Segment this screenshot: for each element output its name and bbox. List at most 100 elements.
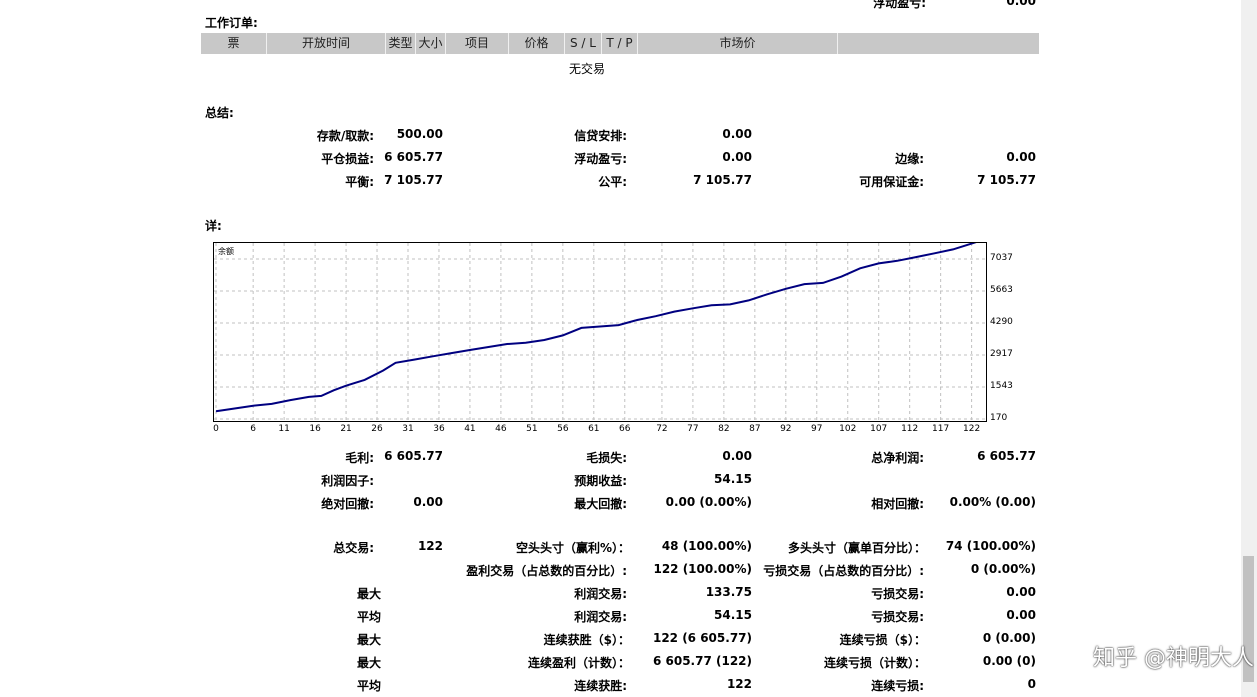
- total-trades-label: 总交易:: [333, 541, 374, 555]
- watermark: 知乎 @神明大人: [1093, 646, 1254, 671]
- x-tick-label: 31: [402, 424, 414, 434]
- summary-margin-value: 0.00: [1006, 150, 1036, 164]
- y-tick-label: 170: [990, 413, 1008, 423]
- maximal-consecutive-loss-label: 连续亏损（计数）：: [823, 656, 926, 670]
- expected-payoff-label: 预期收益:: [574, 474, 627, 488]
- maximal-consecutive-loss-value: 0.00 (0): [982, 654, 1036, 668]
- top-partial-label: 浮动盈亏:: [873, 0, 926, 10]
- x-tick-label: 36: [433, 424, 445, 434]
- summary-deposit-label: 存款/取款:: [316, 129, 374, 143]
- relative-drawdown-value: 0.00% (0.00): [949, 495, 1036, 509]
- gross-loss-label: 毛损失:: [586, 451, 627, 465]
- summary-deposit-value: 500.00: [396, 127, 443, 141]
- x-tick-label: 77: [687, 424, 699, 434]
- largest-loss-trade-value: 0.00: [1006, 585, 1036, 599]
- x-tick-label: 0: [213, 424, 219, 434]
- max-consecutive-wins-label: 连续获胜（$）：: [543, 633, 630, 647]
- summary-floating-pl-label: 浮动盈亏:: [574, 152, 627, 166]
- orders-table-header: 票 开放时间 类型 大小 项目 价格 S / L T / P 市场价: [201, 33, 1039, 54]
- chart-title: 余额: [218, 247, 234, 256]
- x-tick-label: 41: [464, 424, 476, 434]
- gross-loss-value: 0.00: [722, 449, 752, 463]
- x-tick-label: 66: [619, 424, 631, 434]
- summary-closed-pl-label: 平仓损益:: [321, 152, 374, 166]
- average-consecutive-losses-value: 0: [1027, 677, 1036, 691]
- average-loss-trade-value: 0.00: [1006, 608, 1036, 622]
- max-drawdown-value: 0.00 (0.00%): [665, 495, 752, 509]
- top-partial-value: 0.00: [1006, 0, 1036, 8]
- x-tick-label: 61: [588, 424, 600, 434]
- max-drawdown-label: 最大回撤:: [574, 497, 627, 511]
- absolute-drawdown-value: 0.00: [413, 495, 443, 509]
- y-tick-label: 4290: [990, 317, 1013, 327]
- details-title: 详:: [205, 219, 222, 233]
- x-tick-label: 122: [963, 424, 981, 434]
- max-consecutive-wins-value: 122 (6 605.77): [652, 631, 752, 645]
- balance-chart-svg: [214, 243, 986, 421]
- average-consecutive-label: 平均: [356, 679, 381, 693]
- orders-empty-text: 无交易: [569, 62, 606, 76]
- x-tick-label: 46: [495, 424, 507, 434]
- x-tick-label: 72: [656, 424, 668, 434]
- summary-title: 总结:: [205, 106, 234, 120]
- summary-credit-value: 0.00: [722, 127, 752, 141]
- col-extra: [838, 33, 1039, 54]
- col-price: 价格: [509, 33, 565, 54]
- x-tick-label: 87: [749, 424, 761, 434]
- x-tick-label: 6: [250, 424, 257, 434]
- average-profit-trade-value: 54.15: [714, 608, 752, 622]
- loss-trades-value: 0 (0.00%): [970, 562, 1036, 576]
- largest-profit-trade-label: 利润交易:: [574, 587, 627, 601]
- col-tp: T / P: [602, 33, 638, 54]
- x-tick-label: 16: [309, 424, 321, 434]
- average-consecutive-wins-value: 122: [726, 677, 752, 691]
- x-tick-label: 26: [371, 424, 383, 434]
- summary-free-margin-label: 可用保证金:: [859, 175, 924, 189]
- summary-equity-value: 7 105.77: [693, 173, 752, 187]
- summary-closed-pl-value: 6 605.77: [384, 150, 443, 164]
- summary-credit-label: 信贷安排:: [574, 129, 627, 143]
- col-ticket: 票: [201, 33, 267, 54]
- x-tick-label: 21: [340, 424, 352, 434]
- x-tick-label: 107: [870, 424, 888, 434]
- col-open-time: 开放时间: [267, 33, 386, 54]
- largest-label: 最大: [356, 587, 381, 601]
- gross-profit-value: 6 605.77: [384, 449, 443, 463]
- summary-balance-label: 平衡:: [345, 175, 374, 189]
- max-consecutive-losses-value: 0 (0.00): [982, 631, 1036, 645]
- y-tick-label: 2917: [990, 348, 1013, 359]
- maximal-consecutive-profit-value: 6 605.77 (122): [652, 654, 752, 668]
- maximum-label: 最大: [356, 633, 381, 647]
- x-tick-label: 92: [780, 424, 792, 434]
- x-tick-label: 56: [557, 424, 569, 434]
- profit-trades-value: 122 (100.00%): [653, 562, 752, 576]
- x-tick-label: 112: [901, 424, 919, 434]
- average-loss-trade-label: 亏损交易:: [871, 610, 924, 624]
- col-item: 项目: [446, 33, 509, 54]
- col-sl: S / L: [565, 33, 602, 54]
- col-size: 大小: [416, 33, 446, 54]
- expected-payoff-value: 54.15: [714, 472, 752, 486]
- average-label: 平均: [356, 610, 381, 624]
- x-tick-label: 97: [811, 424, 823, 434]
- net-profit-label: 总净利润:: [871, 451, 924, 465]
- relative-drawdown-label: 相对回撤:: [871, 497, 924, 511]
- y-tick-label: 5663: [990, 285, 1013, 295]
- profit-factor-label: 利润因子:: [321, 474, 374, 488]
- summary-equity-label: 公平:: [598, 175, 627, 189]
- x-tick-label: 51: [526, 424, 538, 434]
- balance-chart: 余额: [213, 242, 987, 422]
- largest-loss-trade-label: 亏损交易:: [871, 587, 924, 601]
- summary-free-margin-value: 7 105.77: [977, 173, 1036, 187]
- x-tick-label: 82: [718, 424, 730, 434]
- y-tick-label: 7037: [990, 253, 1013, 263]
- balance-line: [215, 243, 977, 413]
- long-positions-label: 多头头寸（赢单百分比）：: [787, 541, 926, 555]
- col-market-price: 市场价: [638, 33, 838, 54]
- profit-trades-label: 盈利交易（占总数的百分比）:: [466, 564, 627, 578]
- x-tick-label: 11: [278, 424, 290, 434]
- x-tick-label: 102: [839, 424, 857, 434]
- net-profit-value: 6 605.77: [977, 449, 1036, 463]
- maximal-label: 最大: [356, 656, 381, 670]
- absolute-drawdown-label: 绝对回撤:: [321, 497, 374, 511]
